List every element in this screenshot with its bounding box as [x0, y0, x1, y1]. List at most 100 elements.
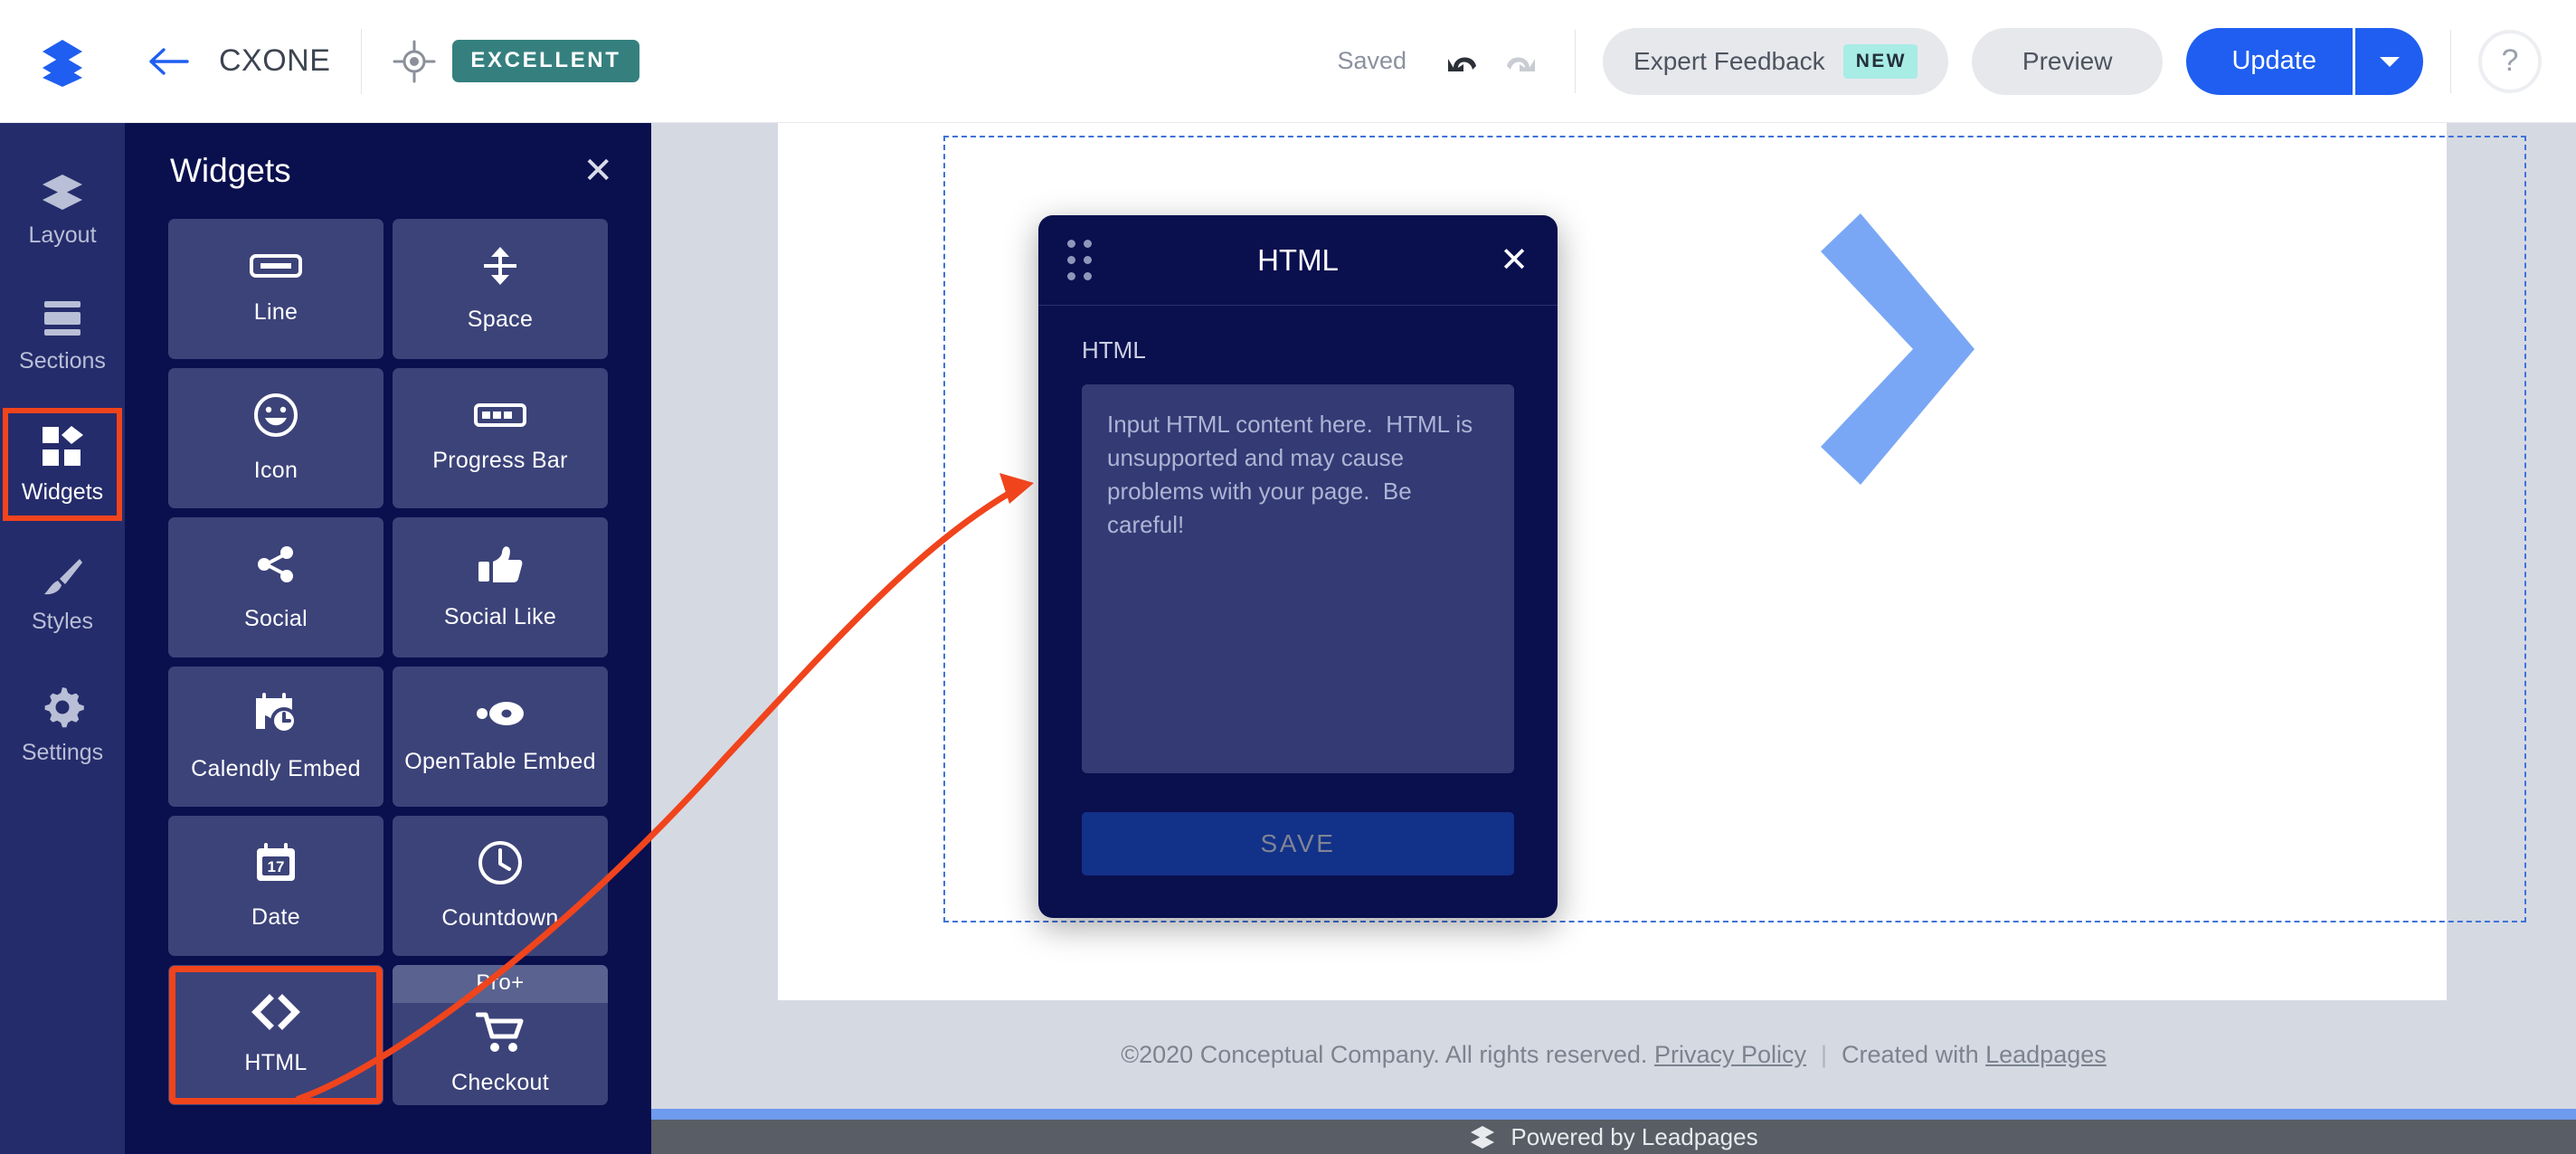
widget-tile-label: Checkout	[451, 1070, 549, 1096]
widget-tile-icon[interactable]: Icon	[168, 368, 384, 508]
sidebar-item-label: Styles	[32, 609, 93, 635]
redo-button[interactable]	[1492, 33, 1548, 90]
footer-copyright: ©2020 Conceptual Company. All rights res…	[1121, 1041, 1647, 1069]
widget-tile-space[interactable]: Space	[393, 219, 608, 359]
toolbar-divider-3	[2450, 30, 2451, 93]
clock-icon	[478, 840, 523, 885]
footer-separator: |	[1821, 1041, 1827, 1069]
page-sheet	[778, 123, 2447, 1000]
save-button[interactable]: SAVE	[1082, 812, 1514, 875]
layers-icon	[40, 172, 85, 212]
redo-icon	[1500, 44, 1539, 79]
gear-icon	[41, 686, 84, 729]
smiley-icon	[253, 393, 298, 438]
status-badge: EXCELLENT	[452, 40, 639, 82]
accent-strip	[651, 1109, 2576, 1120]
sidebar-item-widgets[interactable]: Widgets	[5, 411, 119, 518]
html-settings-modal: HTML ✕ HTML SAVE	[1038, 215, 1558, 918]
widget-tile-body: Checkout	[393, 1003, 608, 1105]
chevron-down-icon	[2378, 54, 2401, 69]
widget-tile-checkout[interactable]: Pro+ Checkout	[393, 965, 608, 1105]
leadpages-builder-app: CXONE EXCELLENT Saved Expert Feedback	[0, 0, 2576, 1154]
opentable-icon	[474, 698, 526, 729]
widget-tile-label: Social	[244, 606, 308, 632]
expert-feedback-button[interactable]: Expert Feedback NEW	[1603, 28, 1948, 95]
widget-tile-grid: Line Space Icon	[125, 219, 651, 1105]
svg-text:17: 17	[268, 858, 285, 875]
widget-tile-html[interactable]: HTML	[168, 965, 384, 1105]
preview-label: Preview	[2022, 47, 2113, 76]
html-field-label: HTML	[1082, 336, 1514, 364]
privacy-policy-link[interactable]: Privacy Policy	[1654, 1041, 1806, 1069]
left-icon-rail: Layout Sections Widgets St	[0, 123, 125, 1154]
sidebar-item-label: Settings	[22, 740, 103, 766]
widget-tile-date[interactable]: 17 Date	[168, 816, 384, 956]
widget-tile-label: Social Like	[444, 604, 556, 630]
sidebar-item-sections[interactable]: Sections	[5, 285, 119, 387]
modal-body: HTML SAVE	[1038, 306, 1558, 875]
leadpages-link[interactable]: Leadpages	[1985, 1041, 2107, 1069]
sidebar-item-label: Sections	[19, 348, 106, 374]
preview-button[interactable]: Preview	[1972, 28, 2164, 95]
footer-created-with: Created with	[1842, 1041, 1979, 1069]
drag-dots-icon[interactable]	[1067, 240, 1092, 280]
shopping-cart-icon	[476, 1012, 525, 1054]
page-canvas: ©2020 Conceptual Company. All rights res…	[651, 123, 2576, 1154]
chevron-right-icon	[1804, 204, 1985, 494]
line-icon	[250, 252, 302, 279]
html-input[interactable]	[1082, 384, 1514, 773]
undo-button[interactable]	[1435, 33, 1492, 90]
paintbrush-icon	[40, 556, 85, 598]
target-icon	[393, 40, 436, 83]
help-button[interactable]: ?	[2478, 30, 2542, 93]
update-button[interactable]: Update	[2186, 28, 2353, 95]
new-badge: NEW	[1843, 44, 1918, 79]
widget-tile-progress-bar[interactable]: Progress Bar	[393, 368, 608, 508]
calendar-17-icon: 17	[254, 841, 298, 884]
widget-tile-label: Icon	[254, 458, 298, 484]
update-dropdown-button[interactable]	[2353, 28, 2423, 95]
sidebar-item-styles[interactable]: Styles	[5, 542, 119, 648]
share-nodes-icon	[254, 543, 298, 586]
modal-title: HTML	[1038, 243, 1558, 278]
widget-tile-label: Line	[254, 299, 298, 326]
thumbs-up-icon	[477, 544, 524, 584]
powered-by-text: Powered by Leadpages	[1511, 1123, 1757, 1151]
arrow-left-icon	[147, 46, 189, 77]
pro-badge: Pro+	[393, 965, 608, 1003]
page-score-group[interactable]: EXCELLENT	[393, 40, 639, 83]
widgets-panel: Widgets ✕ Line Space	[125, 123, 651, 1154]
space-arrows-icon	[480, 245, 520, 287]
sidebar-item-settings[interactable]: Settings	[5, 671, 119, 779]
widget-tile-label: Space	[468, 307, 533, 333]
widget-tile-social-like[interactable]: Social Like	[393, 517, 608, 657]
widget-tile-opentable-embed[interactable]: OpenTable Embed	[393, 667, 608, 807]
powered-by-bar: Powered by Leadpages	[651, 1120, 2576, 1154]
leadpages-logo[interactable]	[0, 36, 125, 87]
close-icon[interactable]: ✕	[582, 153, 613, 189]
widget-tile-label: Calendly Embed	[191, 756, 361, 782]
progress-bar-icon	[474, 402, 526, 428]
page-footer: ©2020 Conceptual Company. All rights res…	[651, 1000, 2576, 1109]
widget-tile-label: OpenTable Embed	[404, 749, 596, 775]
widget-tile-label: Countdown	[441, 905, 558, 932]
leadpages-layers-logo-icon	[37, 36, 88, 87]
back-button[interactable]	[125, 46, 212, 77]
widget-tile-calendly-embed[interactable]: Calendly Embed	[168, 667, 384, 807]
close-icon[interactable]: ✕	[1500, 243, 1529, 278]
calendar-clock-icon	[252, 691, 299, 736]
sidebar-item-label: Layout	[28, 222, 96, 249]
widgets-grid-icon	[41, 425, 84, 468]
code-brackets-icon	[249, 994, 303, 1030]
expert-feedback-label: Expert Feedback	[1634, 47, 1825, 76]
page-title: CXONE	[219, 43, 330, 79]
modal-header: HTML ✕	[1038, 215, 1558, 306]
chevron-right-graphic	[1804, 204, 1985, 498]
sidebar-item-label: Widgets	[22, 479, 103, 506]
widget-tile-countdown[interactable]: Countdown	[393, 816, 608, 956]
saved-status: Saved	[1337, 47, 1406, 75]
widget-tile-line[interactable]: Line	[168, 219, 384, 359]
update-button-group[interactable]: Update	[2186, 28, 2423, 95]
sidebar-item-layout[interactable]: Layout	[5, 157, 119, 261]
widget-tile-social[interactable]: Social	[168, 517, 384, 657]
